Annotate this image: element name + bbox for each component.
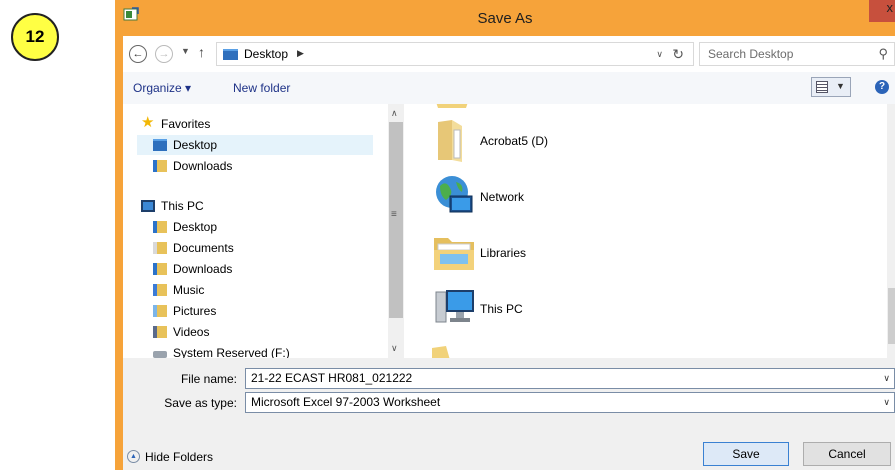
file-name: Libraries — [480, 246, 527, 260]
organize-menu-button[interactable]: Organize ▾ — [133, 81, 191, 95]
file-name: Network — [480, 190, 525, 204]
details-view-icon — [816, 81, 828, 93]
navigation-pane-scrollbar[interactable]: ∧ ≡ ∨ — [388, 104, 404, 358]
nav-pc-desktop[interactable]: Desktop — [153, 217, 217, 237]
libraries-icon — [434, 238, 474, 270]
nav-this-pc[interactable]: This PC — [141, 196, 204, 216]
step-number-badge: 12 — [11, 13, 59, 61]
file-list-pane: Acrobat5 (D) Network Libraries This PC — [404, 104, 895, 358]
search-input[interactable]: Search Desktop ⚲ — [699, 42, 895, 66]
search-placeholder: Search Desktop — [708, 47, 794, 61]
desktop-icon — [153, 139, 167, 151]
nav-pc-system-reserved[interactable]: System Reserved (F:) — [153, 343, 290, 358]
command-toolbar: Organize ▾ New folder ▼ ? — [123, 72, 895, 104]
new-folder-button[interactable]: New folder — [233, 81, 290, 95]
scroll-down-icon[interactable]: ∨ — [391, 343, 398, 354]
chevron-down-icon[interactable]: ∨ — [883, 369, 890, 388]
help-icon[interactable]: ? — [875, 80, 889, 94]
network-icon — [436, 176, 473, 213]
nav-label: Desktop — [173, 138, 218, 152]
address-dropdown-icon[interactable]: ∨ — [656, 49, 663, 60]
file-name-label: File name: — [180, 372, 237, 386]
up-arrow-icon[interactable]: ↑ — [198, 44, 205, 60]
dialog-title: Save As — [477, 10, 533, 27]
navigation-pane: ★ Favorites Desktop Downloads This PC De… — [123, 104, 388, 358]
partial-folder-icon — [436, 104, 468, 108]
file-name: This PC — [480, 302, 523, 316]
computer-icon — [435, 290, 474, 323]
file-name-field[interactable]: 21-22 ECAST HR081_021222 ∨ — [245, 368, 895, 389]
nav-label: Pictures — [173, 304, 217, 318]
save-as-type-label: Save as type: — [164, 396, 237, 410]
save-as-type-select[interactable]: Microsoft Excel 97-2003 Worksheet ∨ — [245, 392, 895, 413]
nav-label: Music — [173, 283, 205, 297]
videos-folder-icon — [153, 326, 167, 338]
cancel-button[interactable]: Cancel — [803, 442, 891, 466]
search-icon[interactable]: ⚲ — [878, 46, 888, 62]
downloads-folder-icon — [153, 263, 167, 275]
save-button[interactable]: Save — [703, 442, 789, 466]
pictures-folder-icon — [153, 305, 167, 317]
forward-arrow-icon[interactable]: → — [155, 45, 173, 63]
chevron-down-icon[interactable]: ∨ — [883, 393, 890, 412]
nav-pc-music[interactable]: Music — [153, 280, 204, 300]
chevron-up-icon[interactable]: ▲ — [127, 450, 140, 463]
nav-pc-documents[interactable]: Documents — [153, 238, 234, 258]
nav-favorites-downloads[interactable]: Downloads — [153, 156, 232, 176]
documents-folder-icon — [153, 242, 167, 254]
nav-label: System Reserved (F:) — [173, 346, 290, 358]
cd-drive-folder-icon — [438, 120, 462, 162]
file-name-value: 21-22 ECAST HR081_021222 — [251, 371, 413, 385]
address-bar[interactable]: Desktop ▶ ∨ ↻ — [216, 42, 694, 66]
desktop-folder-icon — [153, 221, 167, 233]
scrollbar-thumb[interactable]: ≡ — [389, 122, 403, 318]
nav-label: Downloads — [173, 262, 233, 276]
nav-pc-videos[interactable]: Videos — [153, 322, 209, 342]
navigation-bar: ← → ▼ ↑ Desktop ▶ ∨ ↻ Search Desktop ⚲ — [123, 36, 895, 72]
grip-icon: ≡ — [391, 209, 397, 220]
refresh-icon[interactable]: ↻ — [672, 46, 684, 63]
breadcrumb[interactable]: Desktop — [244, 47, 288, 61]
file-list-scrollbar[interactable] — [887, 104, 895, 358]
nav-label: Downloads — [173, 159, 233, 173]
save-form: File name: 21-22 ECAST HR081_021222 ∨ Sa… — [123, 358, 895, 470]
view-dropdown-icon[interactable]: ▼ — [836, 81, 845, 91]
save-as-dialog: Save As x ← → ▼ ↑ Desktop ▶ ∨ ↻ Search D… — [115, 0, 895, 470]
hide-folders-label[interactable]: Hide Folders — [145, 450, 213, 464]
nav-label: This PC — [161, 199, 204, 213]
scroll-up-icon[interactable]: ∧ — [391, 108, 398, 119]
nav-favorites[interactable]: ★ Favorites — [141, 114, 210, 134]
title-bar[interactable]: Save As x — [115, 0, 895, 36]
desktop-icon — [223, 49, 238, 60]
file-name: Acrobat5 (D) — [480, 134, 549, 148]
partial-folder-icon — [432, 346, 450, 358]
computer-icon — [141, 200, 155, 212]
drive-icon — [153, 351, 167, 358]
nav-pc-downloads[interactable]: Downloads — [153, 259, 232, 279]
breadcrumb-chevron-icon[interactable]: ▶ — [297, 48, 304, 59]
nav-pc-pictures[interactable]: Pictures — [153, 301, 216, 321]
music-folder-icon — [153, 284, 167, 296]
dialog-body: ← → ▼ ↑ Desktop ▶ ∨ ↻ Search Desktop ⚲ O… — [123, 36, 895, 470]
recent-locations-chevron-icon[interactable]: ▼ — [181, 46, 190, 56]
close-button[interactable]: x — [869, 0, 895, 22]
back-arrow-icon[interactable]: ← — [129, 45, 147, 63]
star-icon: ★ — [141, 114, 155, 131]
change-view-button[interactable]: ▼ — [811, 77, 851, 97]
nav-favorites-desktop[interactable]: Desktop — [137, 135, 373, 155]
scrollbar-thumb[interactable] — [888, 288, 895, 344]
downloads-folder-icon — [153, 160, 167, 172]
nav-label: Documents — [173, 241, 234, 255]
nav-label: Desktop — [173, 220, 218, 234]
nav-label: Favorites — [161, 117, 211, 131]
save-as-type-value: Microsoft Excel 97-2003 Worksheet — [251, 395, 441, 409]
nav-label: Videos — [173, 325, 210, 339]
